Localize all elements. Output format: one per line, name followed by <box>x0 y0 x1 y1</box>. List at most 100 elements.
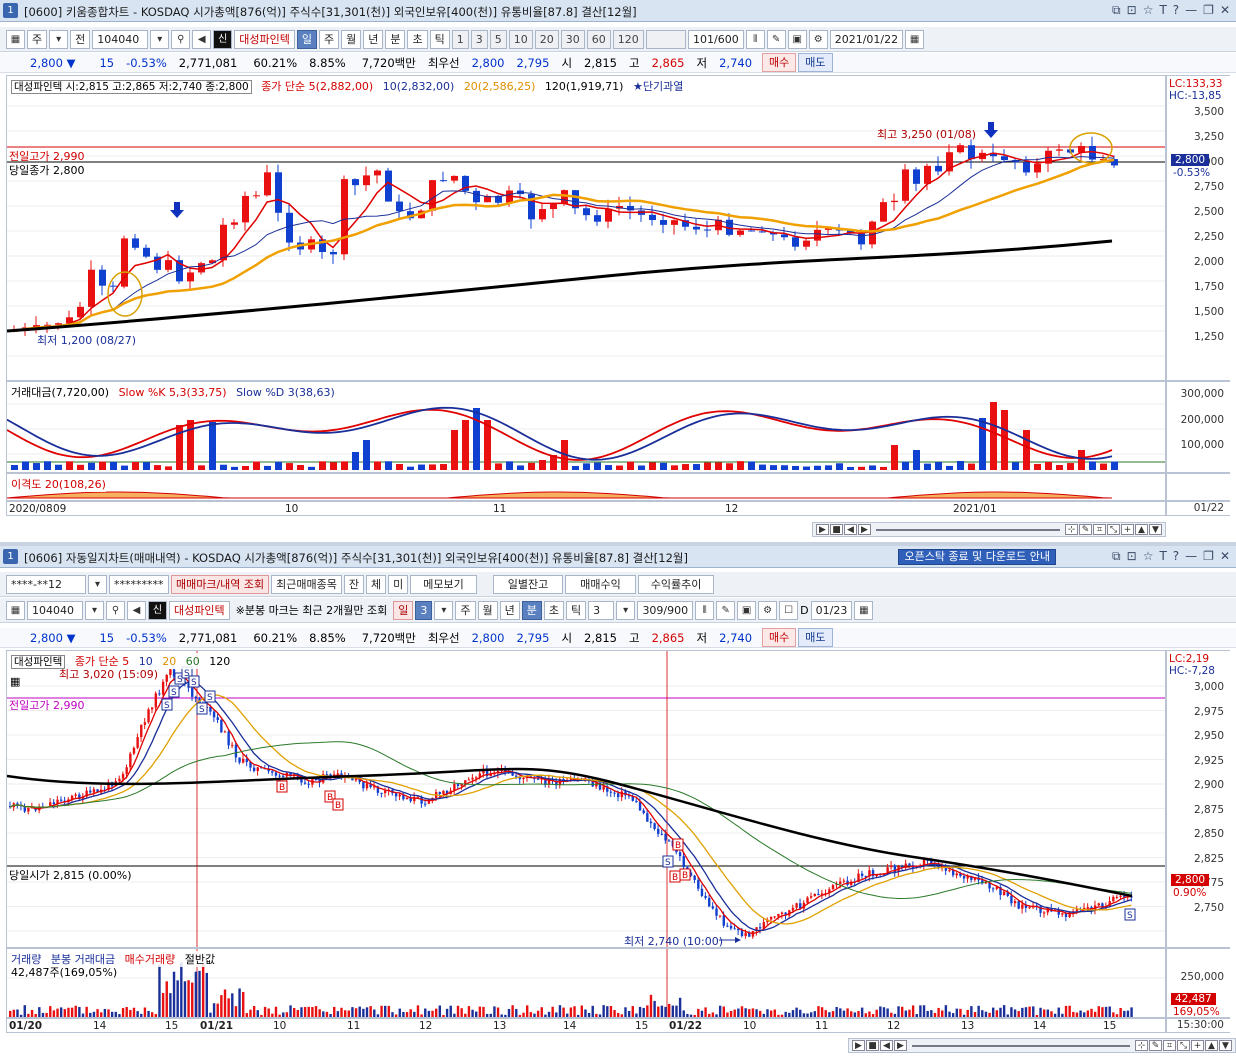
notice-button[interactable]: 오픈스탁 종료 및 다운로드 안내 <box>898 549 1056 565</box>
buy-button[interactable]: 매수 <box>762 628 797 647</box>
font-icon[interactable]: T <box>1159 549 1166 564</box>
play-icon[interactable]: ▶ <box>852 1040 865 1051</box>
tool2-icon[interactable]: ⌗ <box>1093 524 1106 535</box>
period-tick[interactable]: 틱 <box>566 600 587 620</box>
period-week[interactable]: 주 <box>455 600 476 620</box>
next-icon[interactable]: ▶ <box>894 1040 907 1051</box>
down-icon[interactable]: ▼ <box>1219 1040 1232 1051</box>
account-select[interactable]: ****-**12 <box>6 574 86 594</box>
period-tick[interactable]: 틱 <box>429 29 450 49</box>
period-count[interactable]: 3 <box>415 600 433 620</box>
down-icon[interactable]: ▼ <box>1149 524 1162 535</box>
speaker-icon[interactable]: ◀ <box>127 600 146 620</box>
draw-icon[interactable]: ✎ <box>766 29 786 49</box>
period-year[interactable]: 년 <box>363 29 384 49</box>
speaker-icon[interactable]: ◀ <box>192 29 212 49</box>
tool2-icon[interactable]: ⌗ <box>1163 1040 1176 1051</box>
interval-10[interactable]: 10 <box>508 29 533 49</box>
interval-custom[interactable] <box>645 29 686 49</box>
d-checkbox[interactable]: ☐ <box>779 600 799 620</box>
top-type-select[interactable]: 주 <box>27 29 48 49</box>
period-minute[interactable]: 분 <box>521 600 542 620</box>
minimize-button[interactable]: — <box>1185 3 1197 18</box>
save-icon[interactable]: ▣ <box>737 600 757 620</box>
period-week[interactable]: 주 <box>318 29 340 49</box>
search-icon[interactable]: ⚲ <box>106 600 125 620</box>
maximize-button[interactable]: ❐ <box>1203 549 1214 564</box>
bottom-stock-name[interactable]: 대성파인텍 <box>169 600 230 620</box>
grid-icon[interactable]: ▦ <box>6 29 25 49</box>
chevron-down-icon[interactable]: ▾ <box>150 29 170 49</box>
return-trend-button[interactable]: 수익률추이 <box>637 574 715 594</box>
daily-balance-button[interactable]: 일별잔고 <box>492 574 564 594</box>
sell-button[interactable]: 매도 <box>798 53 833 72</box>
help-icon[interactable]: ? <box>1173 3 1179 18</box>
calendar-icon[interactable]: ▦ <box>905 29 925 49</box>
stop-icon[interactable]: ■ <box>830 524 843 535</box>
recent-trades-button[interactable]: 최근매매종목 <box>271 574 342 594</box>
chevron-down-icon[interactable]: ▾ <box>616 600 636 620</box>
trade-profit-button[interactable]: 매매수익 <box>565 574 636 594</box>
interval-60[interactable]: 60 <box>586 29 611 49</box>
font-icon[interactable]: T <box>1159 3 1166 18</box>
prev-icon[interactable]: ◀ <box>880 1040 893 1051</box>
maximize-button[interactable]: ❐ <box>1203 3 1214 18</box>
password-input[interactable]: ********* <box>109 574 169 594</box>
zoom-slider[interactable] <box>912 1044 1130 1047</box>
bottom-price-chart[interactable]: SSSSSSSBBBBSBBS 대성파인텍 종가 단순 5 10 20 60 1… <box>6 650 1166 948</box>
bottom-code-input[interactable]: 104040 <box>27 600 83 620</box>
tool3-icon[interactable]: ⤡ <box>1177 1040 1190 1051</box>
gear-icon[interactable]: ⚙ <box>758 600 778 620</box>
draw-icon[interactable]: ✎ <box>716 600 736 620</box>
minimize-button[interactable]: — <box>1185 549 1197 564</box>
period-minute[interactable]: 분 <box>385 29 406 49</box>
zoom-icon[interactable]: ⊹ <box>1065 524 1078 535</box>
period-year[interactable]: 년 <box>499 600 520 620</box>
tool-icon[interactable]: ✎ <box>1079 524 1092 535</box>
top-price-chart[interactable]: 대성파인텍 시:2,815 고:2,865 저:2,740 종:2,800 종가… <box>6 75 1166 381</box>
prev-icon[interactable]: ◀ <box>844 524 857 535</box>
grid-icon[interactable]: ▦ <box>6 600 25 620</box>
zoom-slider[interactable] <box>876 528 1060 531</box>
up-icon[interactable]: ▲ <box>1135 524 1148 535</box>
search-icon[interactable]: ⚲ <box>171 29 191 49</box>
period-second[interactable]: 초 <box>407 29 428 49</box>
trade-mark-query-button[interactable]: 매매마크/내역 조회 <box>171 574 270 594</box>
top-type2-select[interactable]: 전 <box>70 29 91 49</box>
top-disparity-chart[interactable]: 이격도 20(108,26) <box>6 473 1166 501</box>
star-icon[interactable]: ☆ <box>1143 3 1154 18</box>
bottom-date-input[interactable]: 01/23 <box>810 600 853 620</box>
layout-icon[interactable]: ⊡ <box>1127 549 1137 564</box>
sell-button[interactable]: 매도 <box>798 628 833 647</box>
link-icon[interactable]: ⧉ <box>1112 549 1121 564</box>
buy-button[interactable]: 매수 <box>762 53 797 72</box>
top-count[interactable]: 101/600 <box>687 29 744 49</box>
executed-tab[interactable]: 체 <box>366 574 387 594</box>
period-second[interactable]: 초 <box>543 600 565 620</box>
tool-icon[interactable]: ✎ <box>1149 1040 1162 1051</box>
interval-3[interactable]: 3 <box>470 29 488 49</box>
candle-icon[interactable]: ⫴ <box>745 29 765 49</box>
minute-select[interactable]: 3 <box>588 600 615 620</box>
calendar-icon[interactable]: ▦ <box>854 600 874 620</box>
interval-1[interactable]: 1 <box>451 29 469 49</box>
candle-icon[interactable]: ⫴ <box>695 600 715 620</box>
stop-icon[interactable]: ■ <box>866 1040 879 1051</box>
help-icon[interactable]: ? <box>1173 549 1179 564</box>
top-volume-chart[interactable]: 거래대금(7,720,00) Slow %K 5,3(33,75) Slow %… <box>6 381 1166 473</box>
link-icon[interactable]: ⧉ <box>1112 3 1121 18</box>
plus-icon[interactable]: + <box>1191 1040 1204 1051</box>
zoom-icon[interactable]: ⊹ <box>1135 1040 1148 1051</box>
period-month[interactable]: 월 <box>477 600 498 620</box>
interval-120[interactable]: 120 <box>612 29 644 49</box>
top-date-input[interactable]: 2021/01/22 <box>829 29 904 49</box>
memo-button[interactable]: 메모보기 <box>410 574 477 594</box>
chevron-down-icon[interactable]: ▾ <box>85 600 104 620</box>
up-icon[interactable]: ▲ <box>1205 1040 1218 1051</box>
chevron-down-icon[interactable]: ▾ <box>49 29 69 49</box>
table-icon[interactable]: ▦ <box>10 675 20 688</box>
plus-icon[interactable]: + <box>1121 524 1134 535</box>
bottom-volume-chart[interactable]: 거래량 분봉 거래대금 매수거래량 절반값 42,487주(169,05%) <box>6 948 1166 1018</box>
period-day[interactable]: 일 <box>393 600 414 620</box>
star-icon[interactable]: ☆ <box>1143 549 1154 564</box>
